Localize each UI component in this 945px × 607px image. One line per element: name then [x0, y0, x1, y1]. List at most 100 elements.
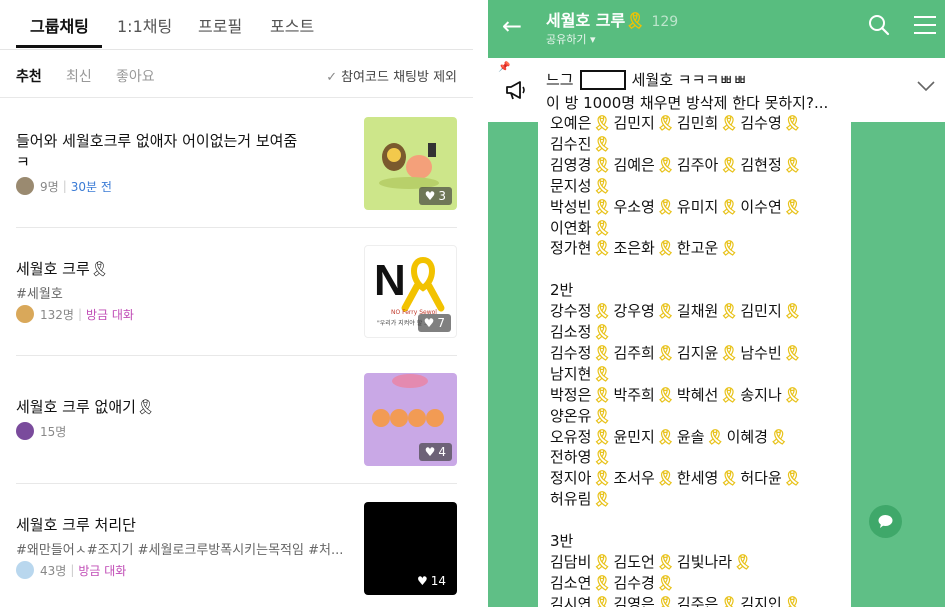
yellow-ribbon-icon: 🎗 — [719, 239, 739, 258]
message-line: 김수진🎗 — [550, 133, 613, 154]
tab-group-chat[interactable]: 그룹채팅 — [30, 13, 89, 37]
chat-room-tags: #세월호 — [16, 287, 63, 302]
like-count-badge: ♥ 7 — [417, 314, 451, 332]
message-text: 김빛나라 — [676, 552, 733, 571]
tab-profile[interactable]: 프로필 — [198, 13, 242, 37]
heart-icon: ♥ — [424, 189, 436, 203]
message-text: 박정은 — [550, 385, 592, 404]
chat-room-meta: 132명 | 방금 대화 — [16, 305, 134, 323]
message-line: 허유림🎗 — [550, 488, 613, 509]
filter-latest[interactable]: 최신 — [66, 66, 92, 86]
tab-post[interactable]: 포스트 — [270, 13, 314, 37]
message-text: 한고운 — [676, 239, 719, 258]
like-count: 14 — [430, 574, 446, 588]
chat-room-item[interactable]: 세월호 크루 처리단 #왜만들어ㅅ#조지기 #세월로크루방폭시키는목적임 #처.… — [0, 484, 473, 607]
yellow-ribbon-icon: 🎗 — [782, 385, 802, 404]
message-text: 김민희 — [676, 114, 719, 132]
yellow-ribbon-icon: 🎗 — [592, 573, 612, 592]
exclude-code-rooms-toggle[interactable]: ✓ 참여코드 채팅방 제외 — [326, 66, 457, 85]
message-text: 김소연 — [550, 573, 592, 592]
yellow-ribbon-icon: 🎗 — [719, 302, 739, 321]
pin-icon: 📌 — [498, 62, 511, 73]
message-text: 이혜경 — [726, 427, 768, 446]
message-text: 문지성 — [550, 176, 592, 195]
meta-divider: | — [77, 307, 82, 321]
message-text: 박성빈 — [550, 197, 592, 216]
message-text: 김시연 — [550, 594, 592, 607]
message-line: 박정은🎗 박주희🎗 박혜선🎗 송지나🎗 — [550, 384, 804, 405]
chat-room-item[interactable]: 들어와 세월호크루 없애자 어이없는거 보여줌 ㅋ 9명 | 30분 전 ♥ 3 — [0, 100, 473, 228]
message-text: 강수정 — [550, 302, 592, 321]
yellow-ribbon-icon: 🎗 — [655, 114, 675, 132]
message-text: 김영은 — [613, 594, 655, 607]
message-text: 박혜선 — [676, 385, 719, 404]
yellow-ribbon-icon: 🎗 — [655, 573, 675, 592]
share-dropdown[interactable]: 공유하기 ▾ — [546, 31, 596, 47]
avatar — [16, 305, 34, 323]
chat-room-title: 세월호 크루 없애기🎗 — [16, 398, 155, 416]
message-line: 박성빈🎗 우소영🎗 유미지🎗 이수연🎗 — [550, 196, 804, 217]
chat-room-thumbnail: N NO Ferry Sewol "우리가 지켜야 할 ..." ♥ 7 — [364, 245, 457, 338]
exclude-code-rooms-label: 참여코드 채팅방 제외 — [341, 70, 457, 85]
message-text: 김주아 — [676, 155, 719, 174]
yellow-ribbon-icon: 🎗 — [592, 594, 612, 607]
message-line: 문지성🎗 — [550, 175, 613, 196]
message-text: 허다윤 — [740, 469, 782, 488]
chat-room-title: 세월호 크루 처리단 — [16, 516, 136, 534]
chat-bubble-button[interactable] — [869, 505, 902, 538]
yellow-ribbon-icon: 🎗 — [782, 302, 802, 321]
message-line: 정가현🎗 조은화🎗 한고운🎗 — [550, 237, 740, 258]
chat-room-item[interactable]: 세월호 크루 없애기🎗 15명 ♥ 4 — [0, 356, 473, 484]
message-text: 김민지 — [740, 302, 782, 321]
notice-line-1: 느그 세월호 ㅋㅋㅋㅃㅃ — [546, 69, 747, 90]
yellow-ribbon-icon: 🎗 — [655, 155, 675, 174]
member-count: 15명 — [40, 424, 67, 439]
message-text: 김도언 — [613, 552, 655, 571]
tab-bar: 그룹채팅 1:1채팅 프로필 포스트 — [0, 0, 473, 50]
like-count-badge: ♥ 4 — [418, 443, 452, 461]
filter-recommended[interactable]: 추천 — [16, 66, 42, 86]
caret-down-icon: ▾ — [589, 33, 596, 46]
chat-room-title: 세월호 크루🎗 — [16, 260, 109, 278]
yellow-ribbon-icon: 🎗 — [592, 197, 612, 216]
message-line: 이연화🎗 — [550, 217, 613, 238]
message-line: 오예은🎗 김민지🎗 김민희🎗 김수영🎗 — [550, 112, 804, 133]
notice-prefix: 느그 — [546, 71, 574, 89]
message-text: 김영경 — [550, 155, 592, 174]
yellow-ribbon-icon: 🎗 — [719, 114, 739, 132]
back-arrow-icon[interactable]: ← — [502, 12, 522, 40]
tab-one-on-one-chat[interactable]: 1:1채팅 — [117, 13, 172, 37]
filter-likes[interactable]: 좋아요 — [116, 66, 155, 86]
message-text: 김담비 — [550, 552, 592, 571]
yellow-ribbon-icon: 🎗 — [592, 176, 612, 195]
yellow-ribbon-icon: 🎗 — [592, 385, 612, 404]
last-activity: 방금 대화 — [86, 307, 134, 322]
yellow-ribbon-icon: 🎗 — [592, 490, 612, 509]
yellow-ribbon-icon: 🎗 — [655, 343, 675, 362]
chat-room-meta: 15명 — [16, 422, 66, 440]
yellow-ribbon-icon: 🎗 — [719, 197, 739, 216]
yellow-ribbon-icon: 🎗 — [592, 155, 612, 174]
yellow-ribbon-icon: 🎗 — [782, 343, 802, 362]
chevron-down-icon[interactable] — [917, 80, 935, 92]
search-icon[interactable] — [868, 14, 890, 36]
message-text: 박주희 — [613, 385, 655, 404]
chat-room-thumbnail: ♥ 3 — [364, 117, 457, 210]
message-text: 2반 — [550, 281, 574, 300]
heart-icon: ♥ — [416, 574, 428, 588]
chat-room-item[interactable]: 세월호 크루🎗 #세월호 132명 | 방금 대화 N NO Ferry Sew… — [0, 228, 473, 356]
message-text: 전하영 — [550, 448, 592, 467]
message-text: 강우영 — [613, 302, 655, 321]
yellow-ribbon-icon: 🎗 — [719, 385, 739, 404]
menu-icon[interactable] — [912, 14, 938, 36]
meta-divider: | — [62, 179, 67, 193]
yellow-ribbon-icon: 🎗 — [592, 552, 612, 571]
member-count: 9명 — [40, 179, 59, 194]
like-count-badge: ♥ 14 — [411, 572, 452, 590]
message-text: 김수경 — [613, 573, 655, 592]
message-text: 김예은 — [613, 155, 655, 174]
heart-icon: ♥ — [424, 445, 436, 459]
avatar — [16, 177, 34, 195]
heart-icon: ♥ — [423, 316, 435, 330]
yellow-ribbon-icon: 🎗 — [768, 427, 789, 446]
